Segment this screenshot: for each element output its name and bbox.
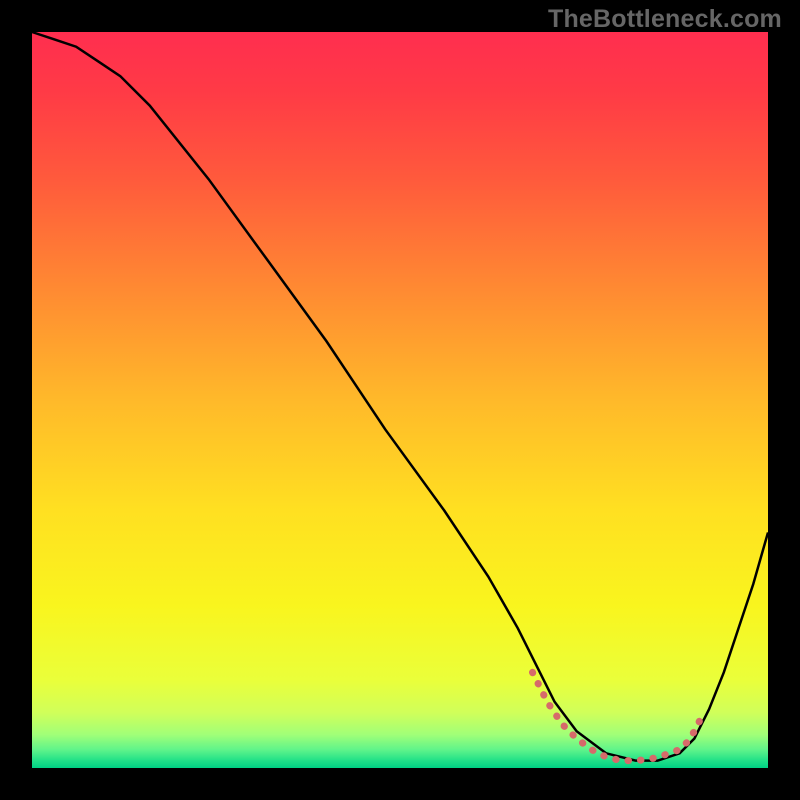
watermark-text: TheBottleneck.com bbox=[548, 5, 782, 34]
chart-plot bbox=[0, 0, 800, 800]
bottleneck-chart: TheBottleneck.com bbox=[0, 0, 800, 800]
chart-gradient-background bbox=[32, 32, 768, 768]
